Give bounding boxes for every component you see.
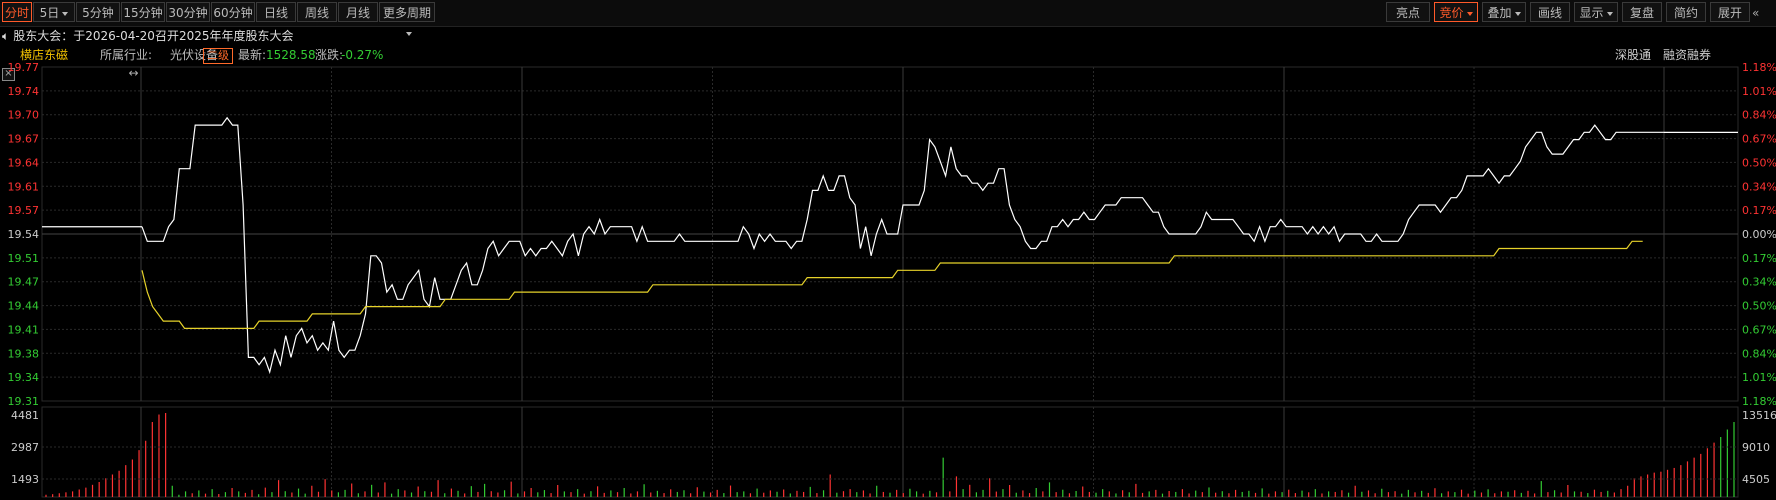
volume-tick-label-right: 13516 [1742,409,1776,422]
price-tick-label: 19.61 [8,180,40,193]
price-tick-label: 19.74 [8,85,40,98]
volume-tick-label-right: 9010 [1742,441,1770,454]
volume-tick-label: 1493 [11,473,39,486]
avg-price-line [141,240,1643,329]
volume-tick-label-right: 4505 [1742,473,1770,486]
price-tick-label: 19.70 [8,109,40,122]
pct-tick-label: 1.01% [1742,85,1776,98]
price-tick-label: 19.38 [8,347,40,360]
price-tick-label: 19.41 [8,323,40,336]
volume-tick-label: 4481 [11,409,39,422]
price-tick-label: 19.44 [8,300,40,313]
price-tick-label: 19.77 [8,61,40,74]
pct-tick-label: 1.01% [1742,371,1776,384]
pct-tick-label: 0.50% [1742,156,1776,169]
pct-tick-label: 0.34% [1742,276,1776,289]
price-tick-label: 19.47 [8,276,40,289]
chart-svg: 19.77 1.18% 19.74 1.01% 19.70 0.84% 19.67 0.67%… [8,61,1776,498]
pct-tick-label: 0.67% [1742,133,1776,146]
price-tick-label: 19.31 [8,395,40,408]
volume-tick-label: 2987 [11,441,39,454]
volume-panel-frame [41,406,1739,498]
pct-tick-label: 0.34% [1742,180,1776,193]
pct-tick-label: 0.84% [1742,109,1776,122]
pct-tick-label: 0.00% [1742,228,1776,241]
pct-tick-label: 1.18% [1742,395,1776,408]
price-tick-label: 19.57 [8,204,40,217]
pct-tick-label: 0.17% [1742,252,1776,265]
price-tick-label: 19.54 [8,228,40,241]
pct-tick-label: 0.50% [1742,300,1776,313]
price-tick-label: 19.64 [8,156,40,169]
pct-tick-label: 1.18% [1742,61,1776,74]
pct-tick-label: 0.67% [1742,323,1776,336]
price-tick-label: 19.34 [8,371,40,384]
pct-tick-label: 0.17% [1742,204,1776,217]
price-tick-label: 19.67 [8,133,40,146]
price-tick-label: 19.51 [8,252,40,265]
pct-tick-label: 0.84% [1742,347,1776,360]
